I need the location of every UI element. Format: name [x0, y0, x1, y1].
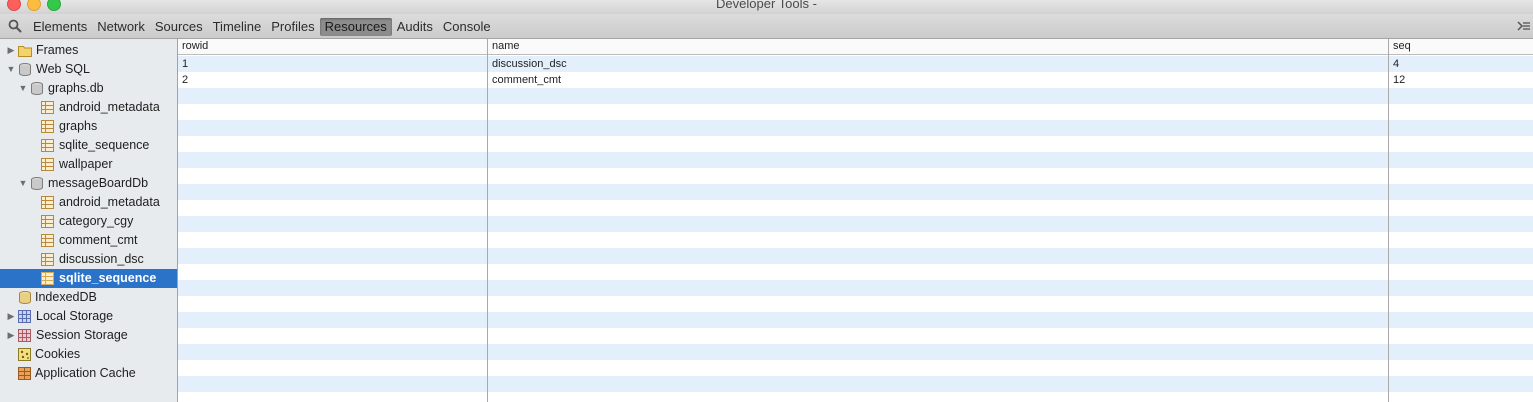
- tree-item-table[interactable]: category_cgy: [0, 212, 177, 231]
- tree-item-table[interactable]: wallpaper: [0, 155, 177, 174]
- data-grid[interactable]: rowid name seq 1 discussion_dsc 4 2 comm…: [178, 39, 1533, 402]
- disclosure-expanded-icon[interactable]: ▼: [18, 174, 28, 193]
- disclosure-collapsed-icon[interactable]: ▶: [6, 307, 16, 326]
- table-cell[interactable]: comment_cmt: [492, 72, 561, 88]
- tree-item-table[interactable]: android_metadata: [0, 98, 177, 117]
- column-divider[interactable]: [487, 39, 488, 402]
- table-icon: [41, 272, 54, 285]
- window-title: Developer Tools -: [716, 0, 817, 11]
- tree-item-indexeddb[interactable]: IndexedDB: [0, 288, 177, 307]
- table-icon: [41, 139, 54, 152]
- tab-profiles[interactable]: Profiles: [266, 18, 319, 36]
- folder-icon: [18, 46, 32, 57]
- tree-item-table[interactable]: comment_cmt: [0, 231, 177, 250]
- table-icon: [41, 253, 54, 266]
- table-cell[interactable]: 1: [182, 56, 188, 72]
- tab-timeline[interactable]: Timeline: [208, 18, 267, 36]
- tree-item-table-selected[interactable]: sqlite_sequence: [0, 269, 177, 288]
- tab-audits[interactable]: Audits: [392, 18, 438, 36]
- table-cell[interactable]: discussion_dsc: [492, 56, 567, 72]
- grid-header: rowid name seq: [178, 39, 1533, 55]
- database-icon: [19, 291, 31, 304]
- disclosure-expanded-icon[interactable]: ▼: [6, 60, 16, 79]
- disclosure-collapsed-icon[interactable]: ▶: [6, 41, 16, 60]
- column-header-name[interactable]: name: [492, 39, 520, 55]
- tree-item-session-storage[interactable]: ▶ Session Storage: [0, 326, 177, 345]
- table-icon: [41, 101, 54, 114]
- tree-item-application-cache[interactable]: Application Cache: [0, 364, 177, 383]
- table-icon: [41, 215, 54, 228]
- show-drawer-icon[interactable]: [1517, 20, 1531, 32]
- resources-sidebar: ▶ Frames ▼ Web SQL ▼ graphs.db android_m…: [0, 39, 178, 402]
- app-cache-icon: [18, 367, 31, 380]
- tab-resources[interactable]: Resources: [319, 18, 392, 36]
- tab-network[interactable]: Network: [92, 18, 150, 36]
- table-cell[interactable]: 2: [182, 72, 188, 88]
- tree-item-local-storage[interactable]: ▶ Local Storage: [0, 307, 177, 326]
- table-cell[interactable]: 4: [1393, 56, 1399, 72]
- table-cell[interactable]: 12: [1393, 72, 1405, 88]
- tree-item-frames[interactable]: ▶ Frames: [0, 41, 177, 60]
- database-icon: [31, 82, 43, 95]
- table-icon: [41, 158, 54, 171]
- table-icon: [41, 234, 54, 247]
- tab-elements[interactable]: Elements: [28, 18, 92, 36]
- tree-item-cookies[interactable]: Cookies: [0, 345, 177, 364]
- tree-item-web-sql[interactable]: ▼ Web SQL: [0, 60, 177, 79]
- tree-item-table[interactable]: graphs: [0, 117, 177, 136]
- column-divider[interactable]: [1388, 39, 1389, 402]
- database-icon: [31, 177, 43, 190]
- tree-item-table[interactable]: android_metadata: [0, 193, 177, 212]
- search-icon[interactable]: [8, 19, 22, 33]
- storage-grid-icon: [18, 310, 31, 323]
- disclosure-expanded-icon[interactable]: ▼: [18, 79, 28, 98]
- tree-item-graphs-db[interactable]: ▼ graphs.db: [0, 79, 177, 98]
- cookie-icon: [18, 348, 31, 361]
- column-header-rowid[interactable]: rowid: [182, 39, 208, 55]
- tree-item-table[interactable]: discussion_dsc: [0, 250, 177, 269]
- tree-item-table[interactable]: sqlite_sequence: [0, 136, 177, 155]
- column-header-seq[interactable]: seq: [1393, 39, 1411, 55]
- tree-item-message-board-db[interactable]: ▼ messageBoardDb: [0, 174, 177, 193]
- panel-tabs: Elements Network Sources Timeline Profil…: [28, 18, 496, 36]
- title-bar: Developer Tools -: [0, 0, 1533, 14]
- table-icon: [41, 120, 54, 133]
- storage-grid-icon: [18, 329, 31, 342]
- table-icon: [41, 196, 54, 209]
- tab-sources[interactable]: Sources: [150, 18, 208, 36]
- panel-toolbar: Elements Network Sources Timeline Profil…: [0, 14, 1533, 39]
- database-icon: [19, 63, 31, 76]
- tab-console[interactable]: Console: [438, 18, 496, 36]
- disclosure-collapsed-icon[interactable]: ▶: [6, 326, 16, 345]
